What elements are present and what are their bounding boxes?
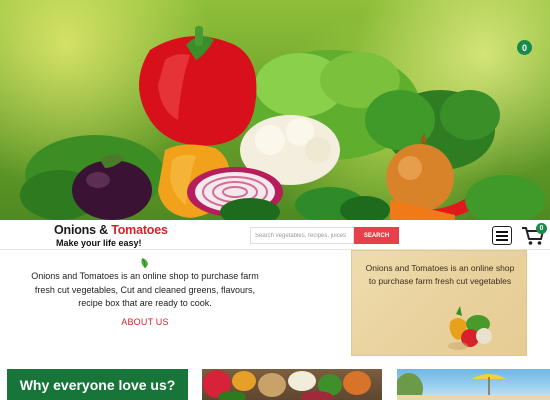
- promo-text: Onions and Tomatoes is an online shop to…: [365, 263, 515, 286]
- hero-vegetables-illustration: [20, 26, 545, 220]
- brand-tagline: Make your life easy!: [56, 238, 142, 248]
- cart-count-badge: 0: [536, 223, 547, 234]
- about-description: Onions and Tomatoes is an online shop to…: [31, 271, 259, 308]
- leaf-icon: [141, 258, 148, 269]
- about-section: Onions and Tomatoes is an online shop to…: [30, 256, 260, 330]
- brand-name-tomatoes: Tomatoes: [111, 223, 168, 237]
- beach-thumbnail[interactable]: [397, 369, 550, 400]
- why-us-banner[interactable]: Why everyone love us?: [7, 369, 188, 400]
- brand-logo[interactable]: Onions & Tomatoes Make your life easy!: [54, 223, 168, 248]
- search-button[interactable]: SEARCH: [354, 227, 399, 244]
- promo-vegetables-icon: [448, 306, 492, 350]
- beach-thumbnail-image: [397, 373, 550, 400]
- about-us-link[interactable]: ABOUT US: [121, 317, 168, 327]
- brand-name: Onions & Tomatoes: [54, 223, 168, 237]
- brand-name-ampersand: &: [95, 223, 112, 237]
- brand-name-onions: Onions: [54, 223, 96, 237]
- hero-cart-count-badge: 0: [517, 40, 532, 55]
- search-input[interactable]: [250, 227, 354, 244]
- menu-button[interactable]: [492, 226, 512, 245]
- hero-banner: 0: [0, 0, 550, 220]
- vegetables-thumbnail[interactable]: [202, 369, 382, 400]
- hamburger-icon: [496, 230, 508, 233]
- vegetables-thumbnail-image: [203, 370, 371, 400]
